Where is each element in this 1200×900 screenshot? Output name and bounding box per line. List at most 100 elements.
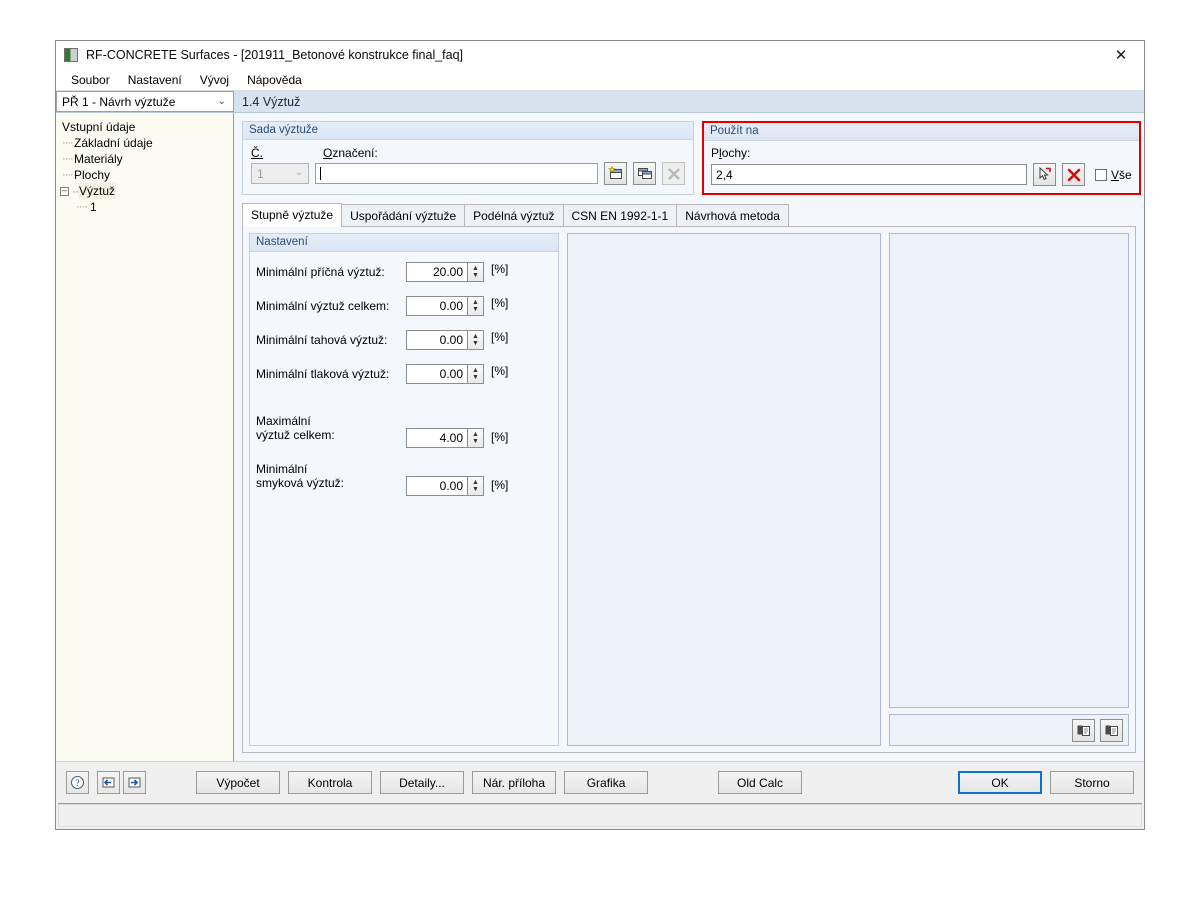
new-set-button[interactable] [604,162,627,185]
min-shear-input[interactable]: 0.00 [406,476,468,496]
spin-up-icon[interactable]: ▲ [472,431,479,438]
tab-stupne-vyztuze[interactable]: Stupně výztuže [242,203,343,227]
spin-up-icon[interactable]: ▲ [472,333,479,340]
chevron-down-icon: ⌄ [217,95,226,107]
tree-item-root[interactable]: Vstupní údaje [60,119,233,135]
tab-usporadani-vyztuze[interactable]: Uspořádání výztuže [341,204,466,227]
spin-down-icon[interactable]: ▼ [472,438,479,445]
copy-to-clipboard-button[interactable] [1072,718,1095,742]
clear-surfaces-button[interactable] [1062,163,1085,186]
pick-surfaces-button[interactable] [1033,163,1056,186]
next-button[interactable] [123,771,146,794]
spin-up-icon[interactable]: ▲ [472,299,479,306]
tab-strip: Stupně výztuže Uspořádání výztuže Podéln… [242,203,1136,227]
menu-item-napoveda[interactable]: Nápověda [238,71,311,89]
chevron-down-icon: ⌄ [294,167,303,178]
tree-line-icon: ···· [62,169,74,181]
button-label: Výpočet [216,775,260,790]
row-max-total: Maximální výztuž celkem: 4.00 ▲ ▼ [%] [256,414,548,448]
navigator-select-value: PŘ 1 - Návrh výztuže [62,94,176,109]
preview-panel [567,233,881,746]
min-shear-stepper[interactable]: ▲ ▼ [468,476,484,496]
spin-up-icon[interactable]: ▲ [472,265,479,272]
calculate-button[interactable]: Výpočet [196,771,280,794]
tree-item-plochy[interactable]: ···· Plochy [60,167,233,183]
surfaces-input[interactable]: 2,4 [711,164,1027,185]
min-transverse-input[interactable]: 20.00 [406,262,468,282]
tab-page-stupne-vyztuze: Nastavení Minimální příčná výztuž: 20.00… [242,226,1136,753]
previous-button[interactable] [97,771,120,794]
tab-navrhova-metoda[interactable]: Návrhová metoda [676,204,789,227]
svg-text:?: ? [76,778,80,788]
spin-down-icon[interactable]: ▼ [472,486,479,493]
apply-to-group-title: Použít na [704,123,1139,141]
tree-line-icon: ···· [62,137,74,149]
min-total-input[interactable]: 0.00 [406,296,468,316]
surfaces-label: Plochy: [711,146,751,160]
graphics-button[interactable]: Grafika [564,771,649,794]
tree-item-materialy[interactable]: ···· Materiály [60,151,233,167]
details-button[interactable]: Detaily... [380,771,464,794]
row-label: Minimální výztuž celkem: [256,299,390,313]
cancel-button[interactable]: Storno [1050,771,1134,794]
all-checkbox-wrap[interactable]: Vše [1095,168,1132,182]
min-tension-input[interactable]: 0.00 [406,330,468,350]
tab-podelna-vyztuz[interactable]: Podélná výztuž [464,204,564,227]
copy-window-icon [637,168,652,179]
tree-item-zakladni-udaje[interactable]: ···· Základní údaje [60,135,233,151]
window-title: RF-CONCRETE Surfaces - [201911_Betonové … [86,48,464,62]
help-icon: ? [71,776,84,789]
tab-csn-en[interactable]: CSN EN 1992-1-1 [562,204,678,227]
menu-item-nastaveni[interactable]: Nastavení [119,71,191,89]
surfaces-label-rest: ochy: [721,146,751,160]
designation-label-rest: značení: [332,146,378,160]
navigator-select[interactable]: PŘ 1 - Návrh výztuže ⌄ [56,91,234,112]
reinforcement-set-body: Č. Označení: 1 ⌄ [243,140,693,193]
settings-group: Nastavení Minimální příčná výztuž: 20.00… [249,233,559,746]
row-label: Minimální příčná výztuž: [256,265,385,279]
clipboard-icon [1077,725,1090,736]
tree-item-vyztuz-1[interactable]: ···· 1 [60,199,233,215]
set-number-select: 1 ⌄ [251,163,309,184]
min-compression-input[interactable]: 0.00 [406,364,468,384]
button-label: Kontrola [307,775,353,790]
help-button[interactable]: ? [66,771,89,794]
status-bar-text [58,804,1142,827]
spin-up-icon[interactable]: ▲ [472,367,479,374]
copy-set-button[interactable] [633,162,656,185]
old-calc-button[interactable]: Old Calc [718,771,803,794]
row-label: Maximální výztuž celkem: [256,414,335,442]
menu-item-soubor[interactable]: Soubor [62,71,119,89]
spin-down-icon[interactable]: ▼ [472,272,479,279]
spin-down-icon[interactable]: ▼ [472,306,479,313]
max-total-input[interactable]: 4.00 [406,428,468,448]
spin-up-icon[interactable]: ▲ [472,479,479,486]
min-tension-stepper[interactable]: ▲ ▼ [468,330,484,350]
max-total-stepper[interactable]: ▲ ▼ [468,428,484,448]
row-unit: [%] [491,478,509,492]
min-transverse-stepper[interactable]: ▲ ▼ [468,262,484,282]
tree-item-label: Plochy [74,168,111,182]
button-label: Nár. příloha [483,775,546,790]
all-checkbox[interactable] [1095,168,1107,181]
collapse-icon[interactable] [60,186,69,196]
min-compression-stepper[interactable]: ▲ ▼ [468,364,484,384]
menu-item-vyvoj[interactable]: Vývoj [191,71,238,89]
spin-down-icon[interactable]: ▼ [472,340,479,347]
spin-down-icon[interactable]: ▼ [472,374,479,381]
close-icon[interactable]: ✕ [1098,41,1144,69]
ok-button[interactable]: OK [958,771,1042,794]
print-preview-button[interactable] [1100,718,1123,742]
settings-group-title: Nastavení [250,234,558,252]
check-button[interactable]: Kontrola [288,771,372,794]
delete-set-button [662,162,685,185]
tree-item-label: 1 [90,200,97,214]
row-min-transverse: Minimální příčná výztuž: 20.00 ▲ ▼ [%] [256,262,548,282]
national-annex-button[interactable]: Nár. příloha [472,771,557,794]
designation-input[interactable] [315,163,598,184]
row-label: Minimální tahová výztuž: [256,333,388,347]
min-total-stepper[interactable]: ▲ ▼ [468,296,484,316]
row-min-shear: Minimální smyková výztuž: 0.00 ▲ ▼ [%] [256,462,548,496]
tree-item-vyztuz[interactable]: ·· Výztuž [60,183,233,199]
row-label: Minimální tlaková výztuž: [256,367,390,381]
